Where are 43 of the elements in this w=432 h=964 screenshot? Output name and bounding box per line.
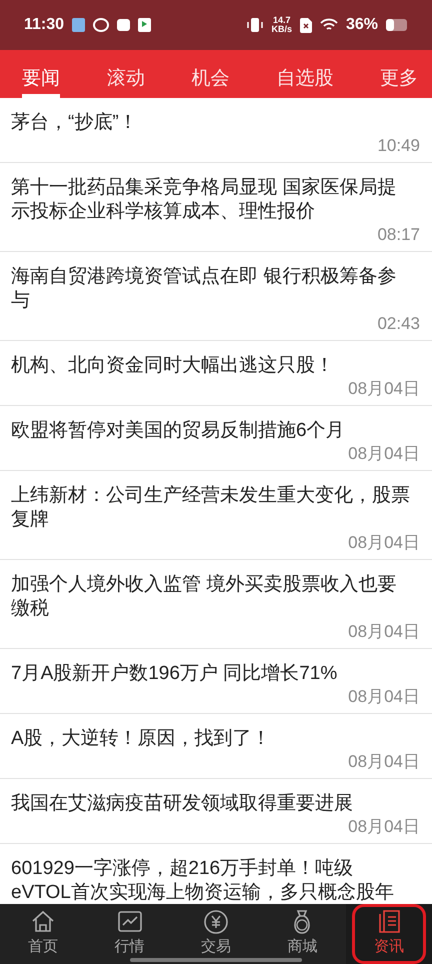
news-headline[interactable]: 7月A股新开户数196万户 同比增长71% (11, 662, 420, 686)
news-tab[interactable]: 滚动 (106, 50, 145, 98)
net-speed: 14.7 (272, 16, 292, 25)
yen-coin-icon (203, 909, 230, 935)
news-headline[interactable]: 我国在艾滋病疫苗研发领域取得重要进展 (11, 792, 420, 816)
news-time: 10:49 (376, 135, 420, 157)
news-tab[interactable]: 要闻 (22, 50, 60, 98)
news-time: 08月04日 (347, 378, 420, 400)
news-time: 08月04日 (347, 686, 420, 708)
news-headline[interactable]: 第十一批药品集采竞争格局显现 国家医保局提示投标企业科学核算成本、理性报价 (11, 176, 420, 224)
news-headline[interactable]: 茅台，“抄底”！ (11, 111, 420, 135)
news-tab[interactable]: 自选股 (276, 50, 334, 98)
nav-tab[interactable]: 行情 (86, 904, 173, 964)
net-speed-unit: KB/s (271, 25, 292, 34)
play-app-icon (138, 18, 152, 32)
news-tab[interactable]: 机会 (192, 50, 230, 98)
wifi-icon (320, 18, 338, 32)
battery-percent: 36% (346, 15, 378, 35)
news-tab[interactable]: 更多 (380, 50, 418, 98)
nav-tab[interactable]: 资讯 (346, 904, 432, 964)
home-icon (30, 909, 56, 935)
news-headline[interactable]: 海南自贸港跨境资管试点在即 银行积极筹备参与 (11, 265, 420, 313)
news-headline[interactable]: 上纬新材：公司生产经营未发生重大变化，股票复牌 (11, 484, 420, 532)
news-headline[interactable]: 欧盟将暂停对美国的贸易反制措施6个月 (11, 419, 420, 443)
vibrate-icon (247, 17, 264, 33)
sim-icon (300, 18, 312, 32)
news-headline[interactable]: 加强个人境外收入监管 境外买卖股票收入也要缴税 (11, 573, 420, 621)
battery-icon (386, 19, 408, 31)
news-time: 08月04日 (347, 443, 420, 465)
nav-tab[interactable]: 首页 (0, 904, 86, 964)
news-headline[interactable]: 601929一字涨停，超216万手封单！吨级eVTOL首次实现海上物资运输，多只概念股年 (11, 857, 420, 904)
news-headline[interactable]: 机构、北向资金同时大幅出逃这只股！ (11, 354, 420, 378)
news-time: 08月04日 (347, 621, 420, 643)
nav-tab[interactable]: 交易 (172, 904, 260, 964)
news-headline[interactable]: A股，大逆转！原因，找到了！ (11, 727, 420, 751)
news-time: 08月04日 (347, 816, 420, 838)
status-time: 11:30 (24, 15, 64, 35)
line-chart-icon (116, 909, 143, 935)
news-time: 08月04日 (347, 751, 420, 773)
news-time: 08:17 (376, 224, 420, 246)
news-time: 08月04日 (347, 532, 420, 554)
nav-tab[interactable]: 商城 (259, 904, 346, 964)
news-time: 02:43 (376, 313, 420, 335)
